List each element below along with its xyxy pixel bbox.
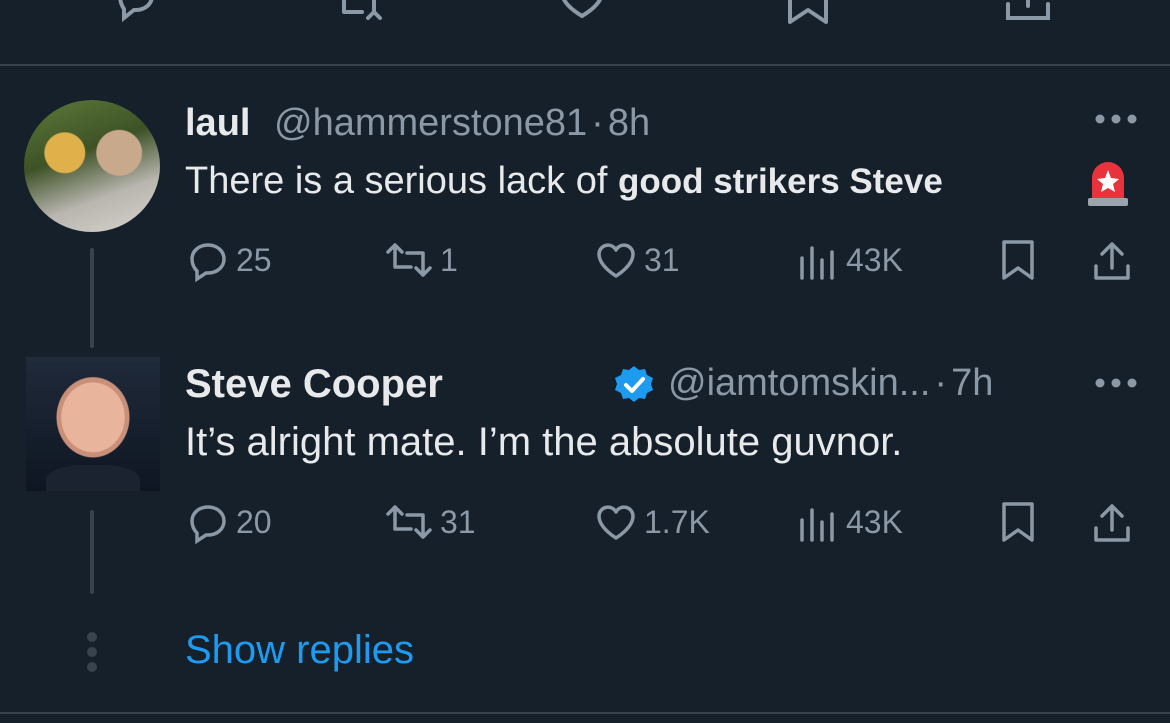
like-icon[interactable] bbox=[558, 0, 606, 26]
timestamp[interactable]: 8h bbox=[608, 102, 650, 144]
views-button[interactable]: 43K bbox=[796, 238, 903, 282]
retweet-button[interactable]: 1 bbox=[384, 238, 458, 282]
like-icon bbox=[594, 238, 638, 282]
timestamp[interactable]: 7h bbox=[951, 362, 993, 404]
separator: · bbox=[934, 362, 948, 404]
tweet-text-bold: good strikers Steve bbox=[617, 162, 943, 201]
bookmark-button[interactable] bbox=[996, 500, 1040, 544]
share-icon bbox=[1090, 500, 1134, 544]
share-icon[interactable] bbox=[1004, 0, 1052, 26]
siren-emoji-icon bbox=[1084, 156, 1132, 208]
share-icon bbox=[1090, 238, 1134, 282]
like-button[interactable]: 1.7K bbox=[594, 500, 710, 544]
retweet-icon[interactable] bbox=[338, 0, 386, 26]
retweet-icon bbox=[384, 500, 434, 544]
bookmark-icon bbox=[996, 500, 1040, 544]
handle[interactable]: @iamtomskin... bbox=[668, 362, 930, 404]
tweet-text-prefix: There is a serious lack of bbox=[185, 160, 618, 202]
bookmark-icon bbox=[996, 238, 1040, 282]
like-count: 1.7K bbox=[644, 503, 710, 540]
bookmark-button[interactable] bbox=[996, 238, 1040, 282]
tweet-text: There is a serious lack of good strikers… bbox=[185, 160, 943, 203]
retweet-button[interactable]: 31 bbox=[384, 500, 476, 544]
like-button[interactable]: 31 bbox=[594, 238, 680, 282]
tweet-meta: @hammerstone81 · 8h bbox=[274, 102, 650, 145]
share-button[interactable] bbox=[1090, 238, 1134, 282]
like-icon bbox=[594, 500, 638, 544]
bookmark-icon[interactable] bbox=[784, 0, 832, 26]
reply-count: 25 bbox=[236, 241, 272, 278]
avatar[interactable] bbox=[26, 357, 160, 491]
display-name[interactable]: laul bbox=[185, 102, 250, 145]
like-count: 31 bbox=[644, 241, 680, 278]
views-count: 43K bbox=[846, 241, 903, 278]
retweet-count: 1 bbox=[440, 241, 458, 278]
verified-badge-icon[interactable] bbox=[613, 364, 655, 406]
views-button[interactable]: 43K bbox=[796, 500, 903, 544]
views-count: 43K bbox=[846, 503, 903, 540]
thread-line bbox=[90, 248, 94, 348]
reply-button[interactable]: 20 bbox=[186, 500, 272, 544]
reply-icon bbox=[186, 500, 230, 544]
display-name[interactable]: Steve Cooper bbox=[185, 362, 443, 407]
retweet-count: 31 bbox=[440, 503, 476, 540]
reply-button[interactable]: 25 bbox=[186, 238, 272, 282]
retweet-icon bbox=[384, 238, 434, 282]
divider bbox=[0, 712, 1170, 714]
thread-line bbox=[90, 510, 94, 594]
separator: · bbox=[591, 102, 604, 144]
thread-dots-icon bbox=[86, 632, 98, 672]
divider bbox=[0, 64, 1170, 66]
avatar-shirt bbox=[46, 465, 140, 491]
avatar[interactable] bbox=[24, 100, 160, 232]
tweet-text: It’s alright mate. I’m the absolute guvn… bbox=[185, 420, 903, 464]
reply-count: 20 bbox=[236, 503, 272, 540]
handle[interactable]: @hammerstone81 bbox=[274, 102, 587, 144]
reply-icon bbox=[186, 238, 230, 282]
share-button[interactable] bbox=[1090, 500, 1134, 544]
more-options-icon[interactable] bbox=[1093, 112, 1139, 126]
reply-icon[interactable] bbox=[112, 0, 160, 26]
views-icon bbox=[796, 500, 840, 544]
tweet-meta: @iamtomskin... · 7h bbox=[668, 362, 993, 405]
views-icon bbox=[796, 238, 840, 282]
show-replies-link[interactable]: Show replies bbox=[185, 628, 414, 673]
more-options-icon[interactable] bbox=[1093, 376, 1139, 390]
